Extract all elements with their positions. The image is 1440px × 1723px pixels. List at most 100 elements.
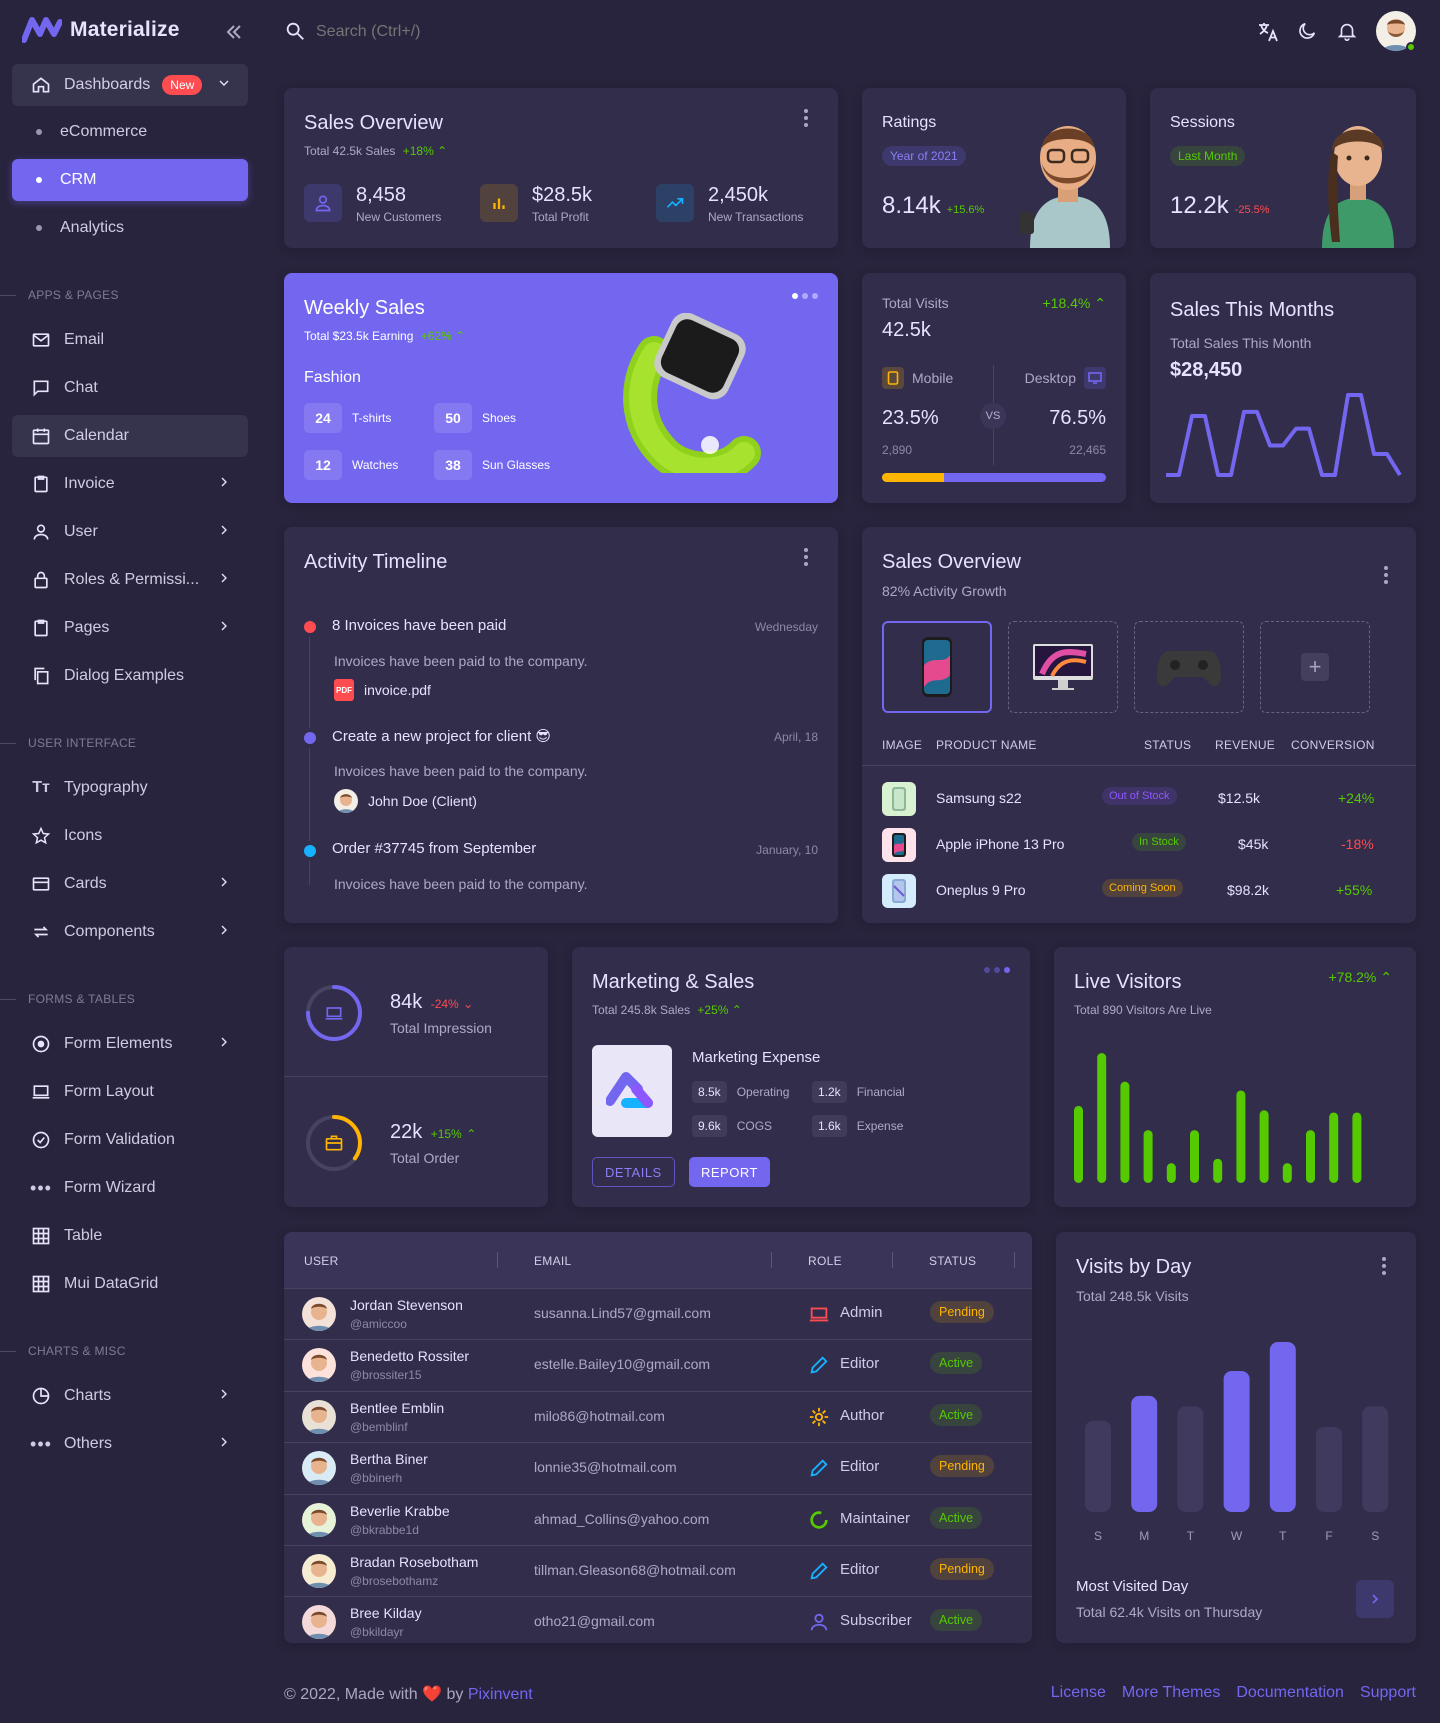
company-link[interactable]: Pixinvent (468, 1686, 533, 1703)
product-row[interactable]: Samsung s22 Out of Stock $12.5k +24% (862, 777, 1416, 823)
status-chip: Coming Soon (1102, 879, 1183, 897)
attachment[interactable]: PDF invoice.pdf (334, 679, 431, 701)
moon-icon[interactable] (1296, 20, 1318, 47)
user-name[interactable]: Bradan Rosebotham (350, 1554, 478, 1570)
user-role: Subscriber (840, 1612, 912, 1630)
status-chip: Pending (930, 1558, 994, 1580)
product-tab-gamepad[interactable] (1134, 621, 1244, 713)
collapse-sidebar-icon[interactable] (222, 20, 246, 44)
sidebar-item-pages[interactable]: Pages (12, 607, 248, 649)
report-button[interactable]: REPORT (689, 1157, 770, 1187)
table-row[interactable]: Benedetto Rossiter @brossiter15 estelle.Ba… (284, 1339, 1032, 1390)
more-vert-icon[interactable] (796, 547, 816, 567)
sidebar-item-dashboards[interactable]: Dashboards New (12, 64, 248, 106)
details-button[interactable]: DETAILS (592, 1157, 675, 1187)
table-row[interactable]: Bertha Biner @bbinerh lonnie35@hotmail.com… (284, 1442, 1032, 1493)
sidebar-item-icons[interactable]: Icons (12, 815, 248, 857)
sidebar-item-calendar[interactable]: Calendar (12, 415, 248, 457)
sidebar-item-label: Dialog Examples (64, 667, 185, 684)
more-vert-icon[interactable] (1374, 1256, 1394, 1276)
carousel-dot[interactable] (984, 967, 990, 973)
col-email: EMAIL (534, 1254, 572, 1268)
user-name[interactable]: Bree Kilday (350, 1605, 422, 1621)
bell-icon[interactable] (1336, 20, 1358, 47)
user-name[interactable]: Benedetto Rossiter (350, 1348, 469, 1364)
product-tab-imac[interactable] (1008, 621, 1118, 713)
more-vert-icon[interactable] (796, 108, 816, 128)
carousel-dot-active[interactable] (1004, 967, 1010, 973)
sidebar-item-others[interactable]: ••• Others (12, 1423, 248, 1465)
sessions-value: 12.2k (1170, 192, 1229, 219)
add-product-button[interactable]: + (1260, 621, 1370, 713)
user-role: Admin (840, 1304, 883, 1321)
carousel-dot[interactable] (994, 967, 1000, 973)
user-email: estelle.Bailey10@gmail.com (534, 1356, 711, 1373)
chevron-right-icon (216, 922, 232, 943)
chevron-right-icon (216, 1386, 232, 1407)
support-link[interactable]: Support (1360, 1684, 1416, 1702)
card-title: Sales Overview (304, 112, 443, 134)
product-tab-iphone[interactable] (882, 621, 992, 713)
sidebar-item-label: Charts (64, 1387, 112, 1404)
sidebar-item-invoice[interactable]: Invoice (12, 463, 248, 505)
sidebar-item-chat[interactable]: Chat (12, 367, 248, 409)
table-row[interactable]: Beverlie Krabbe @bkrabbe1d ahmad_Collins@y… (284, 1493, 1032, 1545)
sidebar-item-user[interactable]: User (12, 511, 248, 553)
user-name[interactable]: Bentlee Emblin (350, 1400, 444, 1416)
user-name[interactable]: Bertha Biner (350, 1451, 428, 1467)
marketing-sales-card: Marketing & Sales Total 245.8k Sales +25… (572, 947, 1030, 1207)
sidebar-item-mui-datagrid[interactable]: Mui DataGrid (12, 1263, 248, 1305)
table-row[interactable]: Bentlee Emblin @bemblinf milo86@hotmail.co… (284, 1390, 1032, 1442)
sidebar-item-label: Analytics (60, 219, 125, 236)
more-themes-link[interactable]: More Themes (1122, 1684, 1220, 1702)
user-name[interactable]: Beverlie Krabbe (350, 1503, 450, 1519)
search-input[interactable] (316, 18, 716, 46)
card-subtitle: 82% Activity Growth (882, 583, 1007, 599)
carousel-dot[interactable] (802, 293, 808, 299)
sidebar-item-form-layout[interactable]: Form Layout (12, 1071, 248, 1113)
grid-icon (30, 1273, 52, 1295)
briefcase-icon (324, 1133, 344, 1158)
more-vert-icon[interactable] (1376, 565, 1396, 585)
table-row[interactable]: Jordan Stevenson @amiccoo susanna.Lind57@g… (284, 1288, 1032, 1339)
sidebar-item-ecommerce[interactable]: eCommerce (12, 111, 248, 153)
carousel-dot-active[interactable] (792, 293, 798, 299)
sidebar-item-charts[interactable]: Charts (12, 1375, 248, 1417)
sidebar-item-analytics[interactable]: Analytics (12, 207, 248, 249)
translate-icon[interactable] (1256, 20, 1280, 49)
product-row[interactable]: Oneplus 9 Pro Coming Soon $98.2k +55% (862, 869, 1416, 915)
carousel-dot[interactable] (812, 293, 818, 299)
carousel-dots[interactable] (792, 293, 818, 299)
poll-icon (480, 184, 518, 222)
sidebar-item-crm[interactable]: CRM (12, 159, 248, 201)
sidebar-item-cards[interactable]: Cards (12, 863, 248, 905)
table-header: USER EMAIL ROLE STATUS (284, 1232, 1032, 1288)
sidebar-item-typography[interactable]: Tт Typography (12, 767, 248, 809)
plus-icon: + (1301, 653, 1329, 681)
user-name[interactable]: Jordan Stevenson (350, 1297, 463, 1313)
carousel-dots[interactable] (984, 967, 1010, 973)
sidebar-item-email[interactable]: Email (12, 319, 248, 361)
sidebar-item-form-validation[interactable]: Form Validation (12, 1119, 248, 1161)
item-count: 50 (434, 403, 472, 433)
chevron-right-button[interactable] (1356, 1580, 1394, 1618)
bullet-icon (36, 129, 42, 135)
imac-icon (1033, 644, 1093, 690)
vs-label: VS (980, 403, 1006, 429)
product-thumb (882, 782, 916, 816)
sidebar-item-form-elements[interactable]: Form Elements (12, 1023, 248, 1065)
sidebar-item-table[interactable]: Table (12, 1215, 248, 1257)
section-charts-misc: CHARTS & MISC (0, 1344, 260, 1358)
brand[interactable]: Materialize (22, 16, 180, 44)
documentation-link[interactable]: Documentation (1236, 1684, 1344, 1702)
search-icon[interactable] (284, 20, 306, 47)
sidebar-item-components[interactable]: Components (12, 911, 248, 953)
chevron-up-icon: ⌃ (1094, 295, 1106, 311)
table-row[interactable]: Bree Kilday @bkildayr otho21@gmail.com Subs… (284, 1596, 1032, 1643)
table-row[interactable]: Bradan Rosebotham @brosebothamz tillman.Gl… (284, 1545, 1032, 1596)
product-row[interactable]: Apple iPhone 13 Pro In Stock $45k -18% (862, 823, 1416, 869)
sidebar-item-form-wizard[interactable]: ••• Form Wizard (12, 1167, 248, 1209)
license-link[interactable]: License (1051, 1684, 1106, 1702)
sidebar-item-roles[interactable]: Roles & Permissi... (12, 559, 248, 601)
sidebar-item-dialog-examples[interactable]: Dialog Examples (12, 655, 248, 697)
